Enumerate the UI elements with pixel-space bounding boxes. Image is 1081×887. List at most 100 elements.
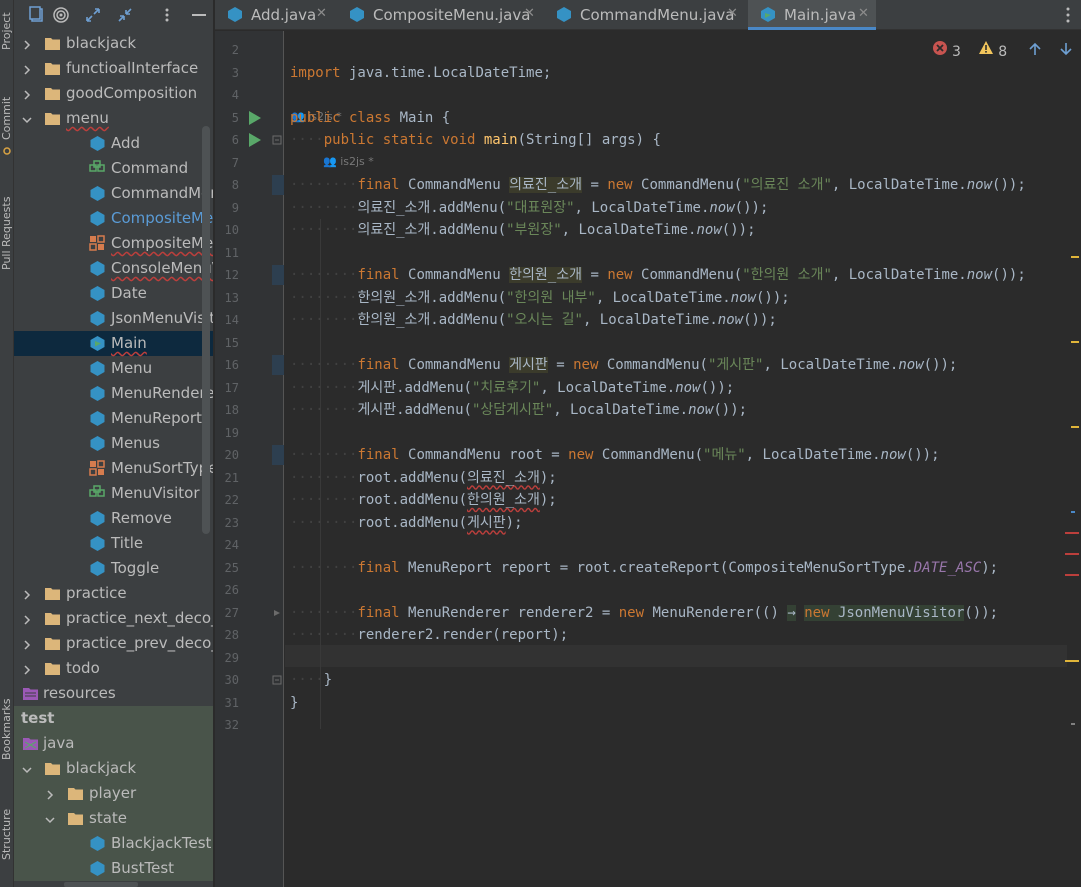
change-marker[interactable] [272, 445, 284, 465]
tree-item-label: player [89, 784, 137, 802]
error-mark[interactable] [1065, 574, 1079, 576]
tree-item-practice-next-deco-fo[interactable]: practice_next_deco_fo [14, 606, 213, 631]
change-marker[interactable] [272, 175, 284, 195]
warning-mark[interactable] [1071, 256, 1079, 258]
tree-item-remove[interactable]: Remove [14, 506, 213, 531]
tree-item-menusorttype[interactable]: MenuSortType [14, 456, 213, 481]
commit-tool-tab[interactable]: Commit [0, 92, 14, 140]
tree-item-add[interactable]: Add [14, 131, 213, 156]
tab-options-icon[interactable] [1065, 6, 1071, 24]
warning-mark[interactable] [1065, 660, 1079, 662]
tree-item-title[interactable]: Title [14, 531, 213, 556]
inspection-widget[interactable]: 3 8 [932, 40, 1073, 60]
author-hint[interactable]: 👥 is2js * [323, 155, 374, 168]
tree-item-label: Main [111, 334, 147, 352]
expand-all-icon[interactable] [84, 6, 102, 24]
tab-commandmenu-java[interactable]: CommandMenu.java ✕ [544, 0, 748, 30]
tree-item-player[interactable]: player [14, 781, 213, 806]
fold-open-icon[interactable] [272, 135, 282, 145]
options-menu-icon[interactable] [158, 6, 176, 24]
previous-highlight-arrow-up-icon[interactable] [1028, 42, 1042, 56]
chevron-right-icon[interactable] [22, 87, 32, 100]
tree-item-label: BustTest [111, 859, 175, 877]
tab-main-java[interactable]: Main.java ✕ [748, 0, 876, 30]
chevron-down-icon[interactable] [45, 812, 55, 824]
tree-item-menuvisitor[interactable]: MenuVisitor [14, 481, 213, 506]
chevron-right-icon[interactable] [22, 662, 32, 675]
project-tool-tab[interactable]: Project [0, 2, 14, 50]
tree-item-label: Menu [111, 359, 153, 377]
tree-item-test[interactable]: test [14, 706, 213, 731]
structure-tool-tab[interactable]: Structure [0, 798, 14, 860]
tree-item-blackjack[interactable]: blackjack [14, 31, 213, 56]
project-scrollbar[interactable] [202, 126, 210, 534]
class-icon [89, 560, 106, 577]
fold-close-icon[interactable] [272, 675, 282, 685]
run-icon[interactable] [248, 132, 262, 148]
error-stripe[interactable] [1065, 60, 1081, 887]
tree-item-goodcomposition[interactable]: goodComposition [14, 81, 213, 106]
chevron-right-icon[interactable] [22, 587, 32, 600]
bookmarks-tool-tab[interactable]: Bookmarks [0, 688, 14, 760]
tree-item-compositemenu[interactable]: CompositeMenu [14, 206, 213, 231]
tree-item-compositemenusorttype[interactable]: CompositeMenuSortType [14, 231, 213, 256]
line-number: 15 [224, 335, 239, 350]
tab-compositemenu-java[interactable]: CompositeMenu.java ✕ [337, 0, 544, 30]
tab-add-java[interactable]: Add.java ✕ [215, 0, 337, 30]
tree-item-consolemenuvisitor[interactable]: ConsoleMenuVisitor [14, 256, 213, 281]
error-mark[interactable] [1065, 532, 1079, 534]
line-number: 8 [231, 178, 239, 192]
chevron-down-icon[interactable] [22, 112, 32, 124]
tree-item-state[interactable]: state [14, 806, 213, 831]
tree-item-jsonmenuvisitor[interactable]: JsonMenuVisitor [14, 306, 213, 331]
close-icon[interactable]: ✕ [727, 6, 738, 21]
tree-item-menu[interactable]: menu [14, 106, 213, 131]
next-highlight-arrow-down-icon[interactable] [1059, 42, 1073, 56]
tree-item-functioalinterface[interactable]: functioalInterface [14, 56, 213, 81]
change-marker[interactable] [272, 355, 284, 375]
tree-item-todo[interactable]: todo [14, 656, 213, 681]
line-number: 18 [224, 403, 239, 417]
tree-item-practice-prev-deco-fo[interactable]: practice_prev_deco_fo [14, 631, 213, 656]
hide-panel-icon[interactable] [190, 6, 208, 24]
chevron-right-icon[interactable] [22, 637, 32, 650]
close-icon[interactable]: ✕ [316, 6, 327, 21]
chevron-right-icon[interactable] [45, 787, 55, 800]
tree-item-menureport[interactable]: MenuReport [14, 406, 213, 431]
pull-requests-tool-tab[interactable]: Pull Requests [0, 186, 14, 270]
tree-item-practice[interactable]: practice [14, 581, 213, 606]
tree-item-commandmenu[interactable]: CommandMenu [14, 181, 213, 206]
project-view-icon[interactable] [28, 6, 46, 24]
tree-item-blackjack[interactable]: blackjack [14, 756, 213, 781]
error-mark[interactable] [1065, 553, 1079, 555]
change-marker[interactable] [272, 265, 284, 285]
tree-item-java[interactable]: java [14, 731, 213, 756]
fold-lambda-icon[interactable] [272, 608, 282, 618]
code-line: ········final CommandMenu 게시판 = new Comm… [290, 357, 958, 373]
tree-item-main[interactable]: Main [14, 331, 213, 356]
project-horizontal-scrollbar[interactable] [64, 882, 138, 887]
close-icon[interactable]: ✕ [858, 6, 869, 21]
code-editor[interactable]: 👥 is2js * 👥 is2js * import java.time.Loc… [285, 31, 1081, 887]
chevron-down-icon[interactable] [22, 762, 32, 774]
editor-gutter[interactable]: 2 3 4 5 6 7 8 9 10 11 12 13 14 15 16 17 18 19 20 21 22 23 24 25… [215, 31, 284, 887]
tree-item-blackjacktest[interactable]: BlackjackTest [14, 831, 213, 856]
java-class-icon [557, 7, 571, 22]
tree-item-date[interactable]: Date [14, 281, 213, 306]
close-icon[interactable]: ✕ [524, 6, 535, 21]
chevron-right-icon[interactable] [22, 37, 32, 50]
tree-item-menurenderer[interactable]: MenuRenderer [14, 381, 213, 406]
tree-item-menu[interactable]: Menu [14, 356, 213, 381]
tree-item-menus[interactable]: Menus [14, 431, 213, 456]
tree-item-command[interactable]: Command [14, 156, 213, 181]
warning-mark[interactable] [1071, 426, 1079, 428]
chevron-right-icon[interactable] [22, 612, 32, 625]
chevron-right-icon[interactable] [22, 62, 32, 75]
collapse-all-icon[interactable] [116, 6, 134, 24]
tree-item-busttest[interactable]: BustTest [14, 856, 213, 881]
tree-item-toggle[interactable]: Toggle [14, 556, 213, 581]
warning-mark[interactable] [1071, 341, 1079, 343]
run-icon[interactable] [248, 110, 262, 126]
locate-file-icon[interactable] [52, 6, 70, 24]
tree-item-resources[interactable]: resources [14, 681, 213, 706]
